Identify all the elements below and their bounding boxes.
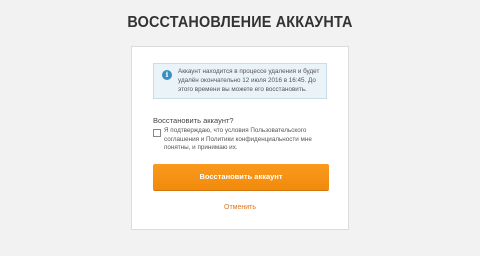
- cancel-link[interactable]: Отменить: [132, 204, 348, 211]
- restore-question: Восстановить аккаунт?: [153, 116, 234, 125]
- restore-account-button[interactable]: Восстановить аккаунт: [153, 164, 329, 190]
- consent-checkbox[interactable]: [153, 129, 161, 137]
- consent-label: Я подтверждаю, что условия Пользовательс…: [164, 127, 312, 152]
- info-icon: i: [162, 70, 172, 80]
- notice-text: Аккаунт находится в процессе удаления и …: [178, 68, 320, 93]
- deletion-notice: i Аккаунт находится в процессе удаления …: [153, 63, 327, 99]
- restore-account-card: i Аккаунт находится в процессе удаления …: [131, 46, 349, 230]
- page-title: ВОССТАНОВЛЕНИЕ АККАУНТА: [127, 14, 353, 31]
